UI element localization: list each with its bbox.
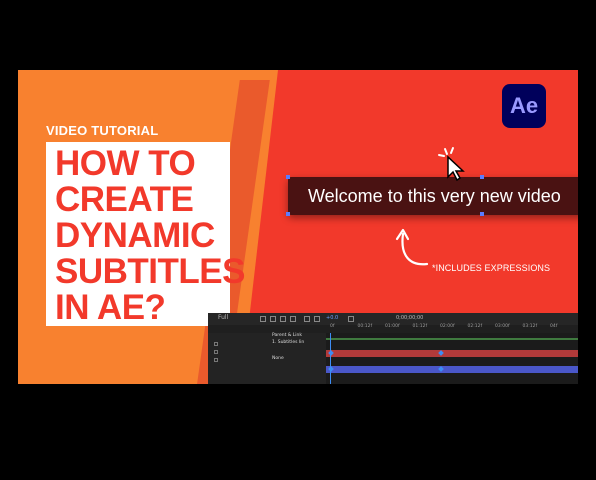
ruler-tick-label: 0f (330, 324, 335, 329)
visibility-toggle-icon[interactable] (214, 358, 218, 362)
layer-row[interactable]: 1. Subtitles lin (208, 340, 326, 348)
ruler-tick-label: 01:00f (385, 324, 400, 329)
ruler-tick-label: 02:12f (467, 324, 483, 329)
ruler-tick-label: 00:12f (357, 324, 373, 329)
curved-arrow-icon (395, 228, 429, 266)
ruler-tick-label: 03:12f (522, 324, 538, 329)
transform-handle (286, 212, 290, 216)
title-line-4: SUBTITLES (55, 252, 245, 291)
ruler-tick-label: 01:12f (412, 324, 428, 329)
ruler-tick-label: 02:00f (440, 324, 455, 329)
parent-link-header: Parent & Link (272, 333, 302, 338)
region-toggle-icon[interactable] (280, 316, 286, 322)
layer-row[interactable]: None (208, 356, 326, 364)
zoom-select[interactable]: Full (218, 314, 228, 321)
click-cursor-icon (438, 147, 465, 182)
transform-handle (480, 212, 484, 216)
playhead[interactable] (330, 333, 331, 384)
title-line-3: DYNAMIC (55, 216, 215, 255)
ruler-tick-label: 04f (550, 324, 558, 329)
visibility-toggle-icon[interactable] (214, 342, 218, 346)
subtitle-preview-bar: Welcome to this very new video (288, 177, 578, 215)
track-bar-red[interactable] (326, 350, 578, 357)
title-line-5: IN AE? (55, 288, 166, 327)
ae-timeline-panel: Full +0.0 0;00;00;00 Parent & Link 1. Su… (208, 313, 578, 384)
layer-name: 1. Subtitles lin (272, 340, 305, 345)
track-bar-blue[interactable] (326, 366, 578, 373)
visibility-toggle-icon[interactable] (214, 350, 218, 354)
ruler-tick-label: 03:00f (495, 324, 510, 329)
title-card: HOW TO CREATE DYNAMIC SUBTITLES IN AE? (46, 142, 245, 327)
layer-row[interactable] (208, 348, 326, 356)
exposure-value[interactable]: +0.0 (326, 315, 338, 321)
eyebrow-label: VIDEO TUTORIAL (46, 123, 159, 138)
after-effects-logo: Ae (502, 84, 546, 128)
grid-toggle-icon[interactable] (260, 316, 266, 322)
video-thumbnail[interactable]: VIDEO TUTORIAL HOW TO CREATE DYNAMIC SUB… (18, 70, 578, 384)
mask-toggle-icon[interactable] (270, 316, 276, 322)
transparency-toggle-icon[interactable] (290, 316, 296, 322)
transform-handle (286, 175, 290, 179)
parent-select[interactable]: None (272, 356, 284, 361)
transform-handle (480, 175, 484, 179)
subtitle-preview-text: Welcome to this very new video (308, 186, 561, 206)
title-line-2: CREATE (55, 180, 194, 219)
layer-panel: Parent & Link 1. Subtitles lin None (208, 333, 326, 384)
includes-expressions-note: *INCLUDES EXPRESSIONS (432, 263, 551, 273)
channel-icon[interactable] (304, 316, 310, 322)
snapshot-icon[interactable] (348, 316, 354, 322)
color-icon[interactable] (314, 316, 320, 322)
timeline-tracks[interactable]: 0f 00:12f 01:00f 01:12f 02:00f 02:12f 03:00f 03… (326, 324, 578, 384)
title-line-1: HOW TO (55, 144, 196, 183)
track-bar-green[interactable] (326, 338, 578, 340)
timecode: 0;00;00;00 (396, 315, 424, 321)
